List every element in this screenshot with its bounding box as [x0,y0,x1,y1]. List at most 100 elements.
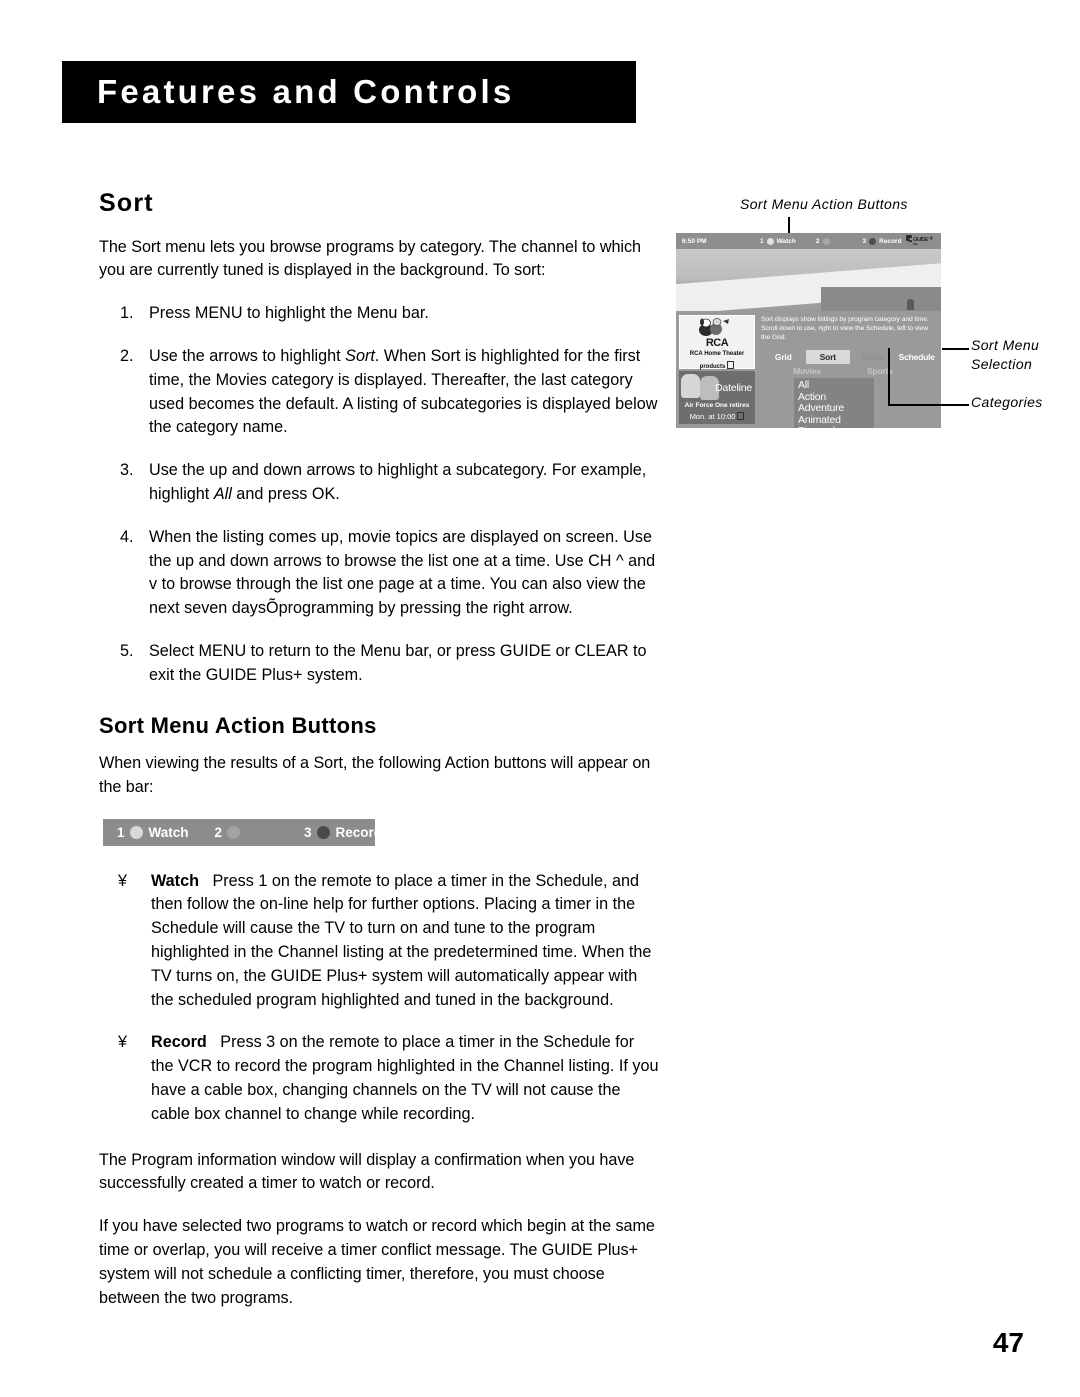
tab-sort[interactable]: Sort [805,350,850,364]
list-item: ¥ Record Press 3 on the remote to place … [99,1031,659,1126]
list-item: 5. Select MENU to return to the Menu bar… [99,640,659,688]
tv-screen-mockup: 6:50 PM 1 Watch 2 3 Record GUIDE + Plus … [676,233,941,428]
list-item: 4. When the listing comes up, movie topi… [99,526,659,621]
list-item[interactable]: Biography [798,426,874,428]
tab-schedule[interactable]: Schedule [895,350,940,364]
info-box-icon [727,360,735,369]
section-title-sort: Sort [99,189,154,217]
dateline-program-title: Dateline [715,382,752,394]
list-item-text: Record Press 3 on the remote to place a … [151,1031,659,1126]
tv-action-dot-icon-1 [766,237,774,245]
bullet-body-text: Press 1 on the remote to place a timer i… [151,871,652,1009]
scene-figure-shape [907,299,914,310]
closing-paragraph-1: The Program information window will disp… [99,1150,635,1193]
tv-action-dot-icon-2 [822,237,830,245]
tv-action-label-3: Record [879,237,902,245]
tv-clock: 6:50 PM [682,237,707,245]
page-header-title: Features and Controls [97,73,515,110]
sort-steps-list: 1. Press MENU to highlight the Menu bar.… [99,302,659,688]
action-button-record: 3 Record [304,825,382,840]
list-item-text-pre: Select MENU to return to the Menu bar, o… [149,642,647,684]
figure-caption-categories: Categories [971,394,1043,410]
list-item: ¥ Watch Press 1 on the remote to place a… [99,870,659,1013]
tv-action-number-3: 3 [862,237,867,245]
tv-action-dot-icon-3 [869,237,877,245]
dateline-face-1 [681,374,700,398]
list-item-marker: 5. [120,642,134,661]
rca-brand-wordmark: RCA [705,337,729,349]
tab-grid[interactable]: Grid [761,350,806,364]
list-item-text: Use the up and down arrows to highlight … [149,459,659,507]
rca-nipper-dog-icon [680,318,754,338]
scene-ground-shape [821,287,941,311]
action-button-label-3: Record [335,824,383,840]
dateline-airtime: Mon. at 10:00 [679,412,755,421]
bullet-body-text: Press 3 on the remote to place a timer i… [151,1033,659,1123]
action-button-number-3: 3 [304,824,312,840]
action-button-watch: 1 Watch [117,825,189,840]
action-button-number-1: 1 [117,824,125,840]
list-item-text: Watch Press 1 on the remote to place a t… [151,870,659,1013]
tv-action-label-1: Watch [776,237,796,245]
figure-caption-action-buttons: Sort Menu Action Buttons [740,196,908,212]
info-box-icon [737,412,745,420]
tv-ad-panel-rca[interactable]: RCA RCA Home Theater products [679,315,755,372]
list-item-text-pre: Use the arrows to highlight [149,346,346,365]
subtab-movies[interactable]: Movies [761,366,853,376]
action-button-number-2: 2 [214,824,223,840]
closing-paragraph-2: If you have selected two programs to wat… [99,1217,655,1307]
list-item-marker: 3. [120,461,134,480]
rca-ad-line-2: products [680,360,754,372]
tv-category-tab-bar: Movies Sports [761,366,939,376]
list-item-marker: 2. [120,346,134,365]
sort-intro-paragraph: The Sort menu lets you browse programs b… [99,237,641,280]
list-item: 3. Use the up and down arrows to highlig… [99,459,659,507]
tv-action-number-1: 1 [760,237,764,245]
action-button-dot-icon-1 [129,825,143,839]
list-item-marker: 1. [120,304,134,323]
list-item: 1. Press MENU to highlight the Menu bar. [99,302,659,326]
tv-program-panel-dateline[interactable]: Dateline Air Force One retires Mon. at 1… [679,371,755,424]
dateline-airtime-text: Mon. at 10:00 [689,412,736,421]
list-item-emphasis: All [213,485,232,503]
list-item-emphasis: Sort [345,346,375,365]
list-item-marker: 4. [120,527,134,546]
tv-background-video [676,249,941,311]
guide-plus-logo: GUIDE + Plus [904,233,936,248]
rca-ad-line-2-text: products [699,363,726,370]
action-button-dot-icon-2 [227,825,241,839]
bullet-lead-label: Watch [151,871,199,890]
guide-plus-logo-icon: GUIDE + Plus [904,233,934,246]
action-button-empty: 2 [215,825,247,840]
list-item[interactable]: All [798,379,874,392]
page-header-banner: Features and Controls [62,61,636,123]
svg-text:+: + [929,236,933,243]
tv-menu-tab-bar: Grid Sort News Schedule [761,350,939,364]
section-title-action-buttons: Sort Menu Action Buttons [99,712,377,738]
tv-help-text: Sort displays show listings by program c… [761,316,929,341]
action-buttons-intro-paragraph: When viewing the results of a Sort, the … [99,753,651,796]
tv-action-button-record: 3 Record [862,237,902,245]
leader-line-categories-horizontal [888,404,969,406]
rca-ad-line-1: RCA Home Theater [689,351,745,357]
main-content-column: Sort The Sort menu lets you browse progr… [99,189,659,1330]
list-item-text: Press MENU to highlight the Menu bar. [149,302,659,326]
list-item: 2. Use the arrows to highlight Sort. Whe… [99,345,659,440]
tv-action-button-empty: 2 [816,237,833,245]
list-item-text: When the listing comes up, movie topics … [149,526,659,621]
leader-line-sort-menu-selection [942,348,969,350]
dateline-episode-title: Air Force One retires [684,402,750,409]
action-button-dot-icon-3 [316,825,330,839]
bullet-marker-icon: ¥ [118,1033,128,1052]
leader-line-action-buttons [788,217,790,234]
bullet-lead-label: Record [151,1033,207,1052]
list-item-text: Use the arrows to highlight Sort. When S… [149,345,659,440]
leader-line-categories-vertical [888,348,890,406]
list-item-text-pre: Press MENU to highlight the Menu bar. [149,304,429,323]
caption-line-2: Selection [971,356,1033,372]
list-item-text: Select MENU to return to the Menu bar, o… [149,640,659,688]
tv-top-action-bar: 6:50 PM 1 Watch 2 3 Record GUIDE + Plus [676,233,941,249]
action-button-bar-graphic: 1 Watch 2 3 Record [103,818,382,846]
subtab-sports[interactable]: Sports [853,366,927,376]
tv-category-list: All Action Adventure Animated Biography [794,378,874,428]
